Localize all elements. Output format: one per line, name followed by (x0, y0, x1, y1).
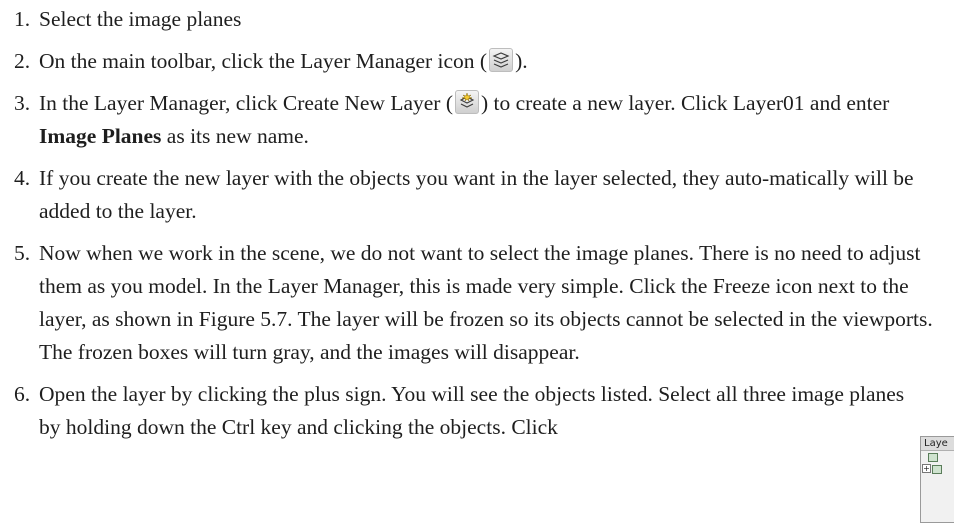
step-text: If you create the new layer with the obj… (39, 166, 914, 223)
step-text-part: as its new name. (161, 124, 309, 148)
step-number: 5. (14, 241, 31, 265)
step-number: 4. (14, 166, 31, 190)
create-new-layer-icon (455, 90, 479, 114)
layer-manager-thumbnail: Laye + (920, 436, 954, 523)
step-list: 1. Select the image planes 2. On the mai… (14, 0, 944, 444)
step-text-part: On the main toolbar, click the Layer Man… (39, 49, 488, 73)
step-text: On the main toolbar, click the Layer Man… (39, 45, 944, 78)
step-text: In the Layer Manager, click Create New L… (39, 87, 944, 153)
layer-icon (928, 453, 938, 462)
step-5: 5. Now when we work in the scene, we do … (14, 237, 944, 369)
step-number: 3. (14, 91, 31, 115)
step-4: 4. If you create the new layer with the … (14, 162, 944, 228)
step-number: 1. (14, 7, 31, 31)
thumbnail-row: + (921, 463, 954, 475)
bold-layer-name: Image Planes (39, 124, 162, 148)
step-number: 2. (14, 49, 31, 73)
step-6: 6. Open the layer by clicking the plus s… (14, 378, 944, 444)
thumbnail-row (921, 451, 954, 463)
plus-icon: + (922, 464, 931, 473)
step-1: 1. Select the image planes (14, 3, 944, 36)
layer-manager-icon (489, 48, 514, 72)
layer-icon (932, 465, 942, 474)
thumbnail-title: Laye (921, 437, 954, 451)
step-2: 2. On the main toolbar, click the Layer … (14, 45, 944, 78)
document-page: 1. Select the image planes 2. On the mai… (0, 0, 954, 523)
step-text: Select the image planes (39, 7, 242, 31)
step-text: Open the layer by clicking the plus sign… (39, 382, 905, 439)
step-text: Now when we work in the scene, we do not… (39, 241, 933, 364)
step-text-part: In the Layer Manager, click Create New L… (39, 91, 453, 115)
step-text-part: ). (515, 49, 528, 73)
step-text-part: ) to create a new layer. Click Layer01 a… (481, 91, 890, 115)
step-number: 6. (14, 382, 31, 406)
step-3: 3. In the Layer Manager, click Create Ne… (14, 87, 944, 153)
